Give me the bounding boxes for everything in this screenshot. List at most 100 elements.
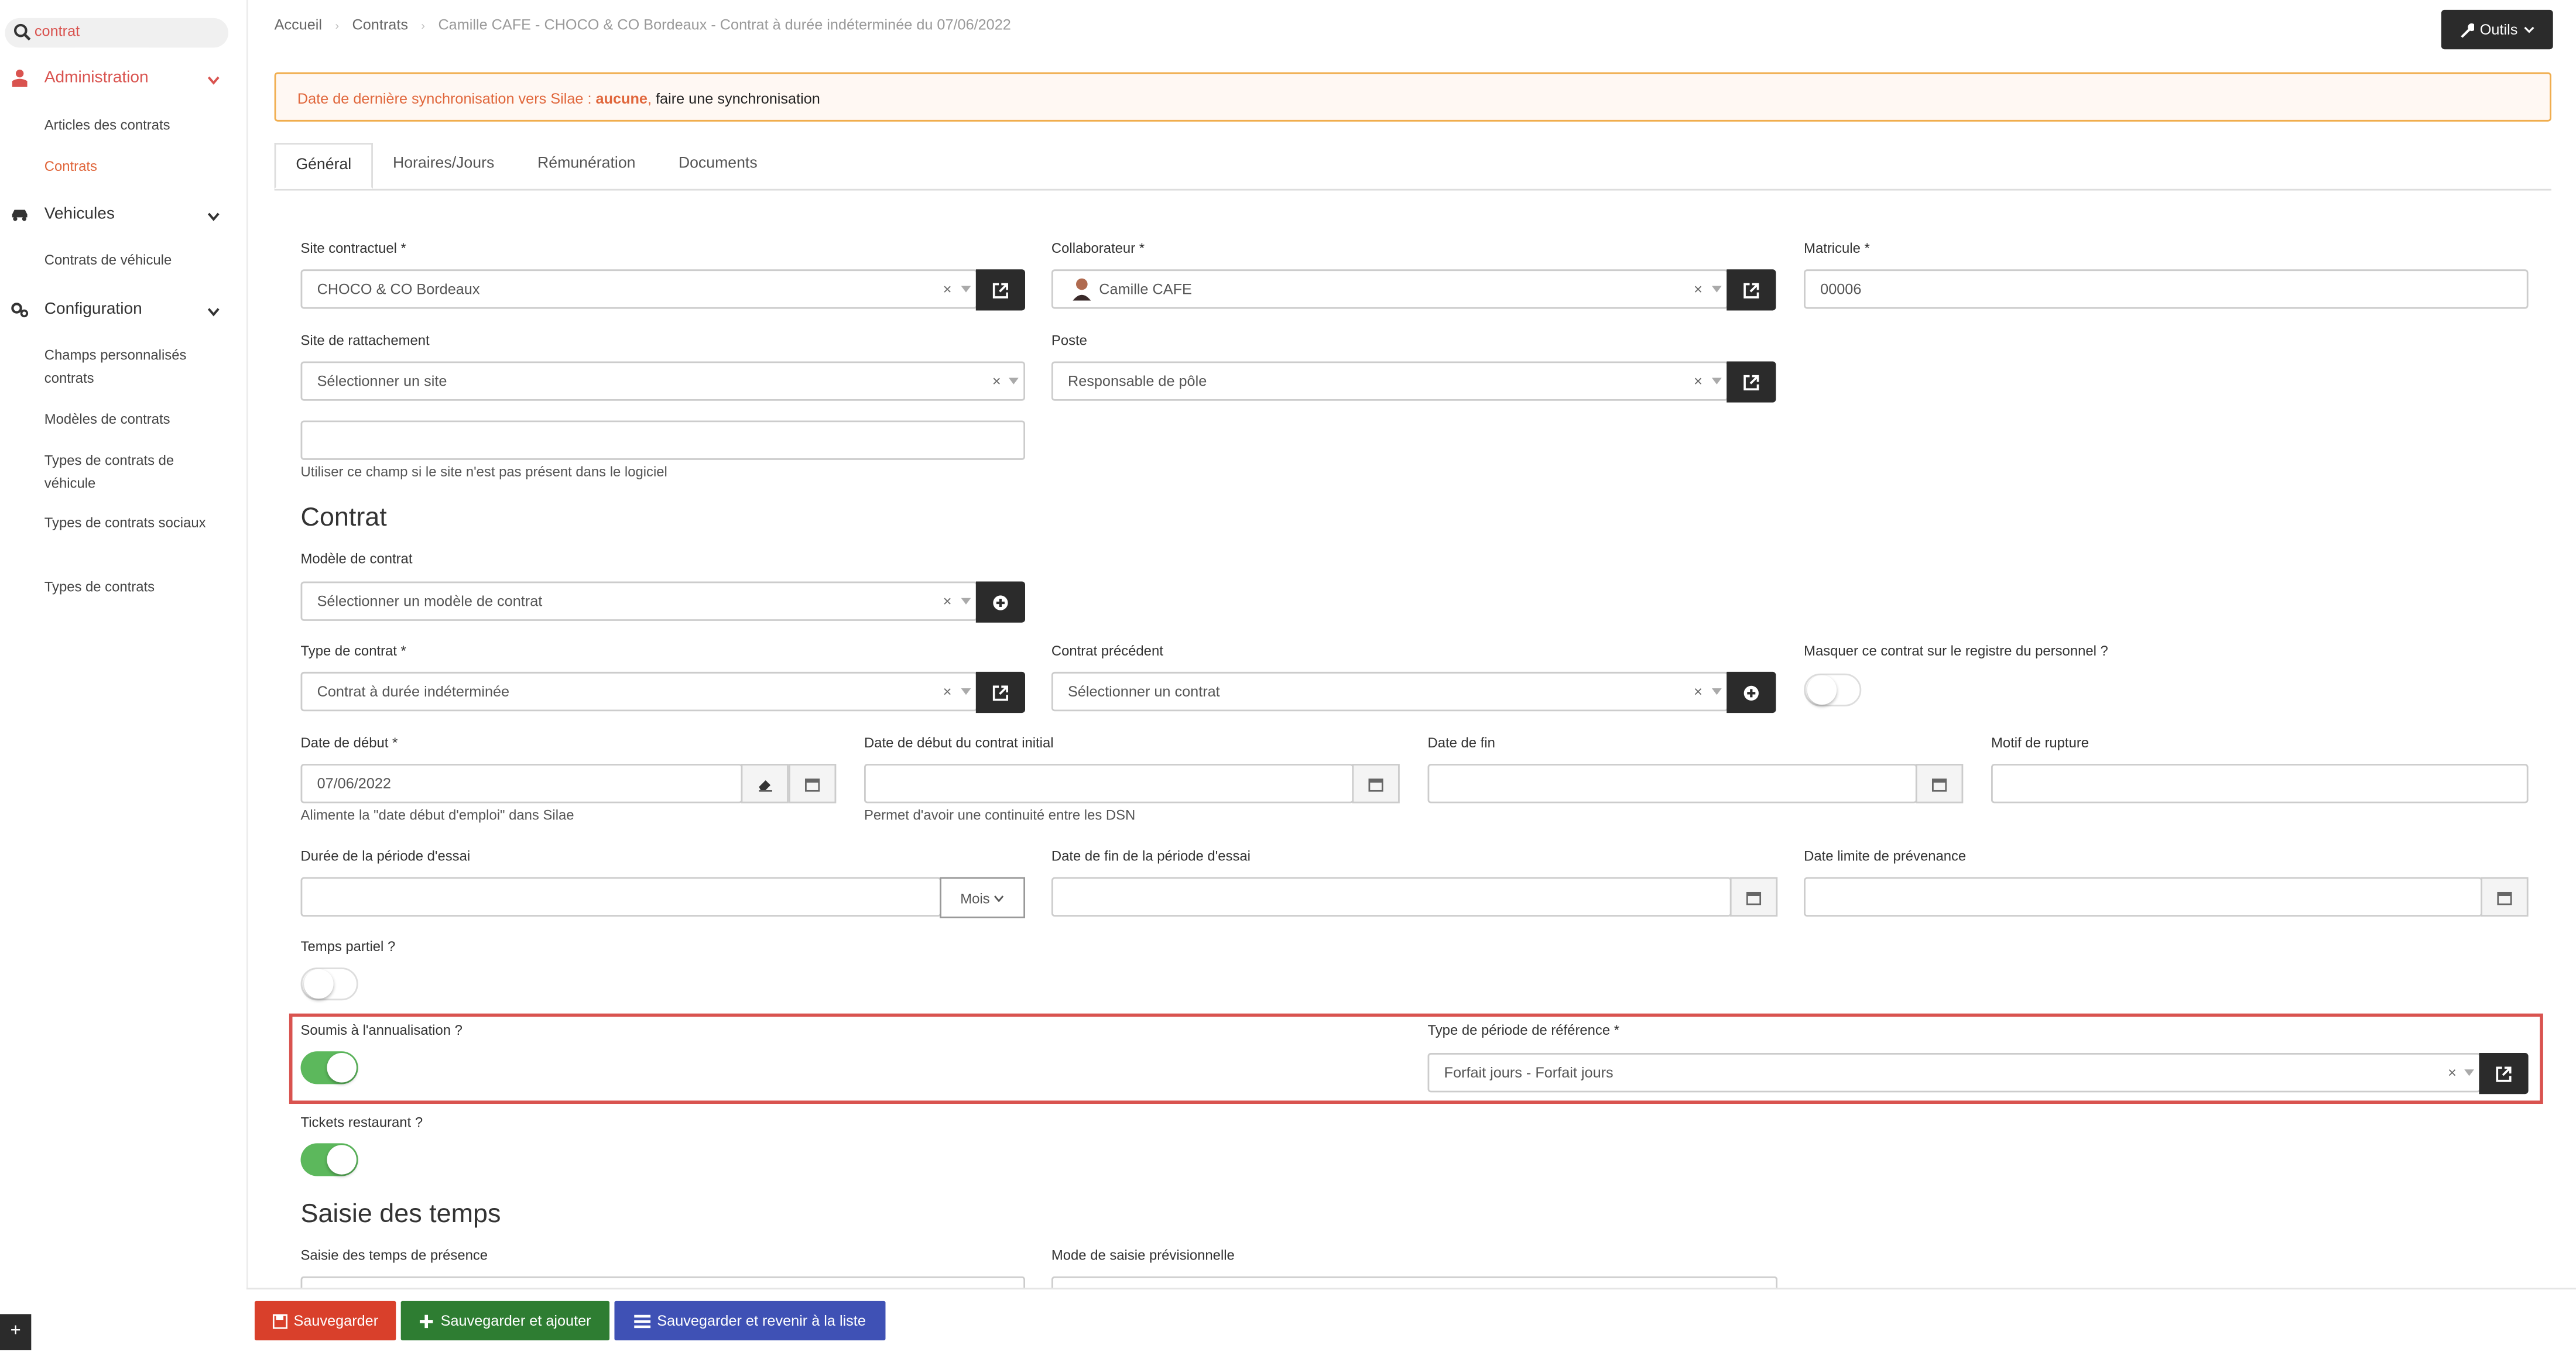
- duree-essai-input[interactable]: [300, 877, 941, 917]
- clear-icon[interactable]: ×: [943, 583, 952, 619]
- collaborateur-select[interactable]: Camille CAFE ×: [1051, 269, 1729, 309]
- sidebar-item-contrats-vehicule[interactable]: Contrats de véhicule: [44, 248, 209, 271]
- tickets-label: Tickets restaurant ?: [300, 1113, 423, 1130]
- open-poste-button[interactable]: [1727, 361, 1776, 403]
- sync-alert: Date de dernière synchronisation vers Si…: [274, 72, 2551, 122]
- date-fin-essai-calendar-button[interactable]: [1729, 877, 1778, 917]
- sidebar-search-input[interactable]: contrat: [5, 18, 229, 48]
- matricule-value: 00006: [1820, 280, 1862, 297]
- date-prevenance-input[interactable]: [1804, 877, 2483, 917]
- sync-link[interactable]: faire une synchronisation: [656, 90, 820, 107]
- site-contractuel-select[interactable]: CHOCO & CO Bordeaux ×: [300, 269, 978, 309]
- duree-essai-label: Durée de la période d'essai: [300, 847, 471, 864]
- clear-icon[interactable]: ×: [1694, 674, 1703, 710]
- section-title-saisie: Saisie des temps: [300, 1200, 501, 1229]
- collaborateur-value: Camille CAFE: [1099, 280, 1192, 297]
- date-debut-input[interactable]: 07/06/2022: [300, 764, 743, 804]
- tab-horaires-jours[interactable]: Horaires/Jours: [379, 143, 508, 189]
- site-contractuel-label: Site contractuel *: [300, 239, 406, 256]
- date-prevenance-calendar-button[interactable]: [2481, 877, 2529, 917]
- date-fin-essai-label: Date de fin de la période d'essai: [1051, 847, 1251, 864]
- date-debut-initial-input[interactable]: [864, 764, 1354, 804]
- save-and-add-button[interactable]: Sauvegarder et ajouter: [400, 1300, 610, 1341]
- alert-status: aucune: [595, 90, 648, 107]
- tab-general[interactable]: Général: [274, 143, 373, 189]
- date-prevenance-label: Date limite de prévenance: [1804, 847, 1967, 864]
- type-periode-value: Forfait jours - Forfait jours: [1444, 1064, 1614, 1081]
- type-contrat-label: Type de contrat *: [300, 642, 406, 659]
- clear-icon[interactable]: ×: [943, 674, 952, 710]
- toggle-knob: [327, 1145, 357, 1175]
- clear-icon[interactable]: ×: [943, 271, 952, 307]
- clear-icon[interactable]: ×: [1694, 363, 1703, 399]
- sidebar-item-articles-contrats[interactable]: Articles des contrats: [44, 114, 209, 136]
- breadcrumb-contrats[interactable]: Contrats: [352, 16, 408, 33]
- matricule-label: Matricule *: [1804, 239, 1870, 256]
- poste-label: Poste: [1051, 331, 1087, 348]
- poste-select[interactable]: Responsable de pôle ×: [1051, 361, 1729, 401]
- type-contrat-select[interactable]: Contrat à durée indéterminée ×: [300, 671, 978, 712]
- type-periode-select[interactable]: Forfait jours - Forfait jours ×: [1427, 1053, 2481, 1093]
- date-fin-calendar-button[interactable]: [1915, 764, 1964, 804]
- date-debut-calendar-button[interactable]: [788, 764, 837, 804]
- date-fin-input[interactable]: [1427, 764, 1917, 804]
- site-rattachement-select[interactable]: Sélectionner un site ×: [300, 361, 1026, 401]
- open-collaborateur-button[interactable]: [1727, 269, 1776, 311]
- sidebar-toggle-button[interactable]: +: [0, 1314, 32, 1351]
- clear-icon[interactable]: ×: [992, 363, 1001, 399]
- toggle-knob: [304, 969, 334, 999]
- open-type-periode-button[interactable]: [2479, 1053, 2529, 1094]
- wrench-icon: [2461, 22, 2475, 37]
- tab-documents[interactable]: Documents: [664, 143, 772, 189]
- motif-rupture-label: Motif de rupture: [1991, 734, 2089, 751]
- temps-partiel-toggle[interactable]: [300, 967, 358, 1001]
- tab-remuneration[interactable]: Rémunération: [524, 143, 649, 189]
- save-and-back-button[interactable]: Sauvegarder et revenir à la liste: [614, 1300, 886, 1341]
- annualisation-toggle[interactable]: [300, 1051, 358, 1085]
- tickets-toggle[interactable]: [300, 1143, 358, 1176]
- calendar-icon: [1368, 777, 1383, 791]
- add-modele-button[interactable]: [975, 581, 1026, 623]
- save-button[interactable]: Sauvegarder: [254, 1300, 396, 1341]
- sidebar-section-administration[interactable]: Administration: [10, 69, 224, 87]
- masquer-contrat-toggle[interactable]: [1804, 673, 1862, 706]
- contrat-precedent-select[interactable]: Sélectionner un contrat ×: [1051, 671, 1729, 712]
- caret-down-icon: [995, 894, 1005, 901]
- motif-rupture-input[interactable]: [1991, 764, 2529, 804]
- avatar-icon: [1073, 278, 1091, 301]
- breadcrumb-home[interactable]: Accueil: [275, 16, 322, 33]
- tabs: Général Horaires/Jours Rémunération Docu…: [274, 143, 2551, 191]
- chevron-down-icon: [207, 308, 220, 317]
- sidebar-section-configuration[interactable]: Configuration: [10, 301, 224, 318]
- date-debut-initial-calendar-button[interactable]: [1352, 764, 1400, 804]
- sidebar-item-contrats[interactable]: Contrats: [44, 155, 209, 177]
- sidebar-item-types-contrats-sociaux[interactable]: Types de contrats sociaux: [44, 511, 209, 534]
- sidebar-item-types-contrats[interactable]: Types de contrats: [44, 575, 209, 598]
- duree-essai-unit-select[interactable]: Mois: [940, 877, 1026, 918]
- open-type-contrat-button[interactable]: [975, 671, 1026, 713]
- clear-icon[interactable]: ×: [1694, 271, 1703, 307]
- open-site-button[interactable]: [975, 269, 1026, 311]
- add-contrat-precedent-button[interactable]: [1727, 671, 1776, 713]
- site-rattachement-label: Site de rattachement: [300, 331, 430, 348]
- date-debut-value: 07/06/2022: [317, 775, 391, 792]
- modele-contrat-select[interactable]: Sélectionner un modèle de contrat ×: [300, 581, 978, 621]
- sidebar-section-vehicules[interactable]: Vehicules: [10, 205, 224, 224]
- sidebar-item-modeles-contrats[interactable]: Modèles de contrats: [44, 407, 209, 430]
- date-fin-essai-input[interactable]: [1051, 877, 1732, 917]
- matricule-input[interactable]: 00006: [1804, 269, 2529, 309]
- floppy-disk-icon: [272, 1313, 287, 1329]
- annualisation-label: Soumis à l'annualisation ?: [300, 1021, 463, 1038]
- eraser-button[interactable]: [741, 764, 789, 804]
- saisie-presence-label: Saisie des temps de présence: [300, 1247, 488, 1264]
- external-link-icon: [2496, 1066, 2512, 1082]
- section-title-contrat: Contrat: [300, 504, 387, 533]
- tools-dropdown-button[interactable]: Outils: [2441, 9, 2553, 50]
- caret-down-icon: [961, 688, 971, 695]
- sidebar-item-types-contrats-vehicule[interactable]: Types de contrats de véhicule: [44, 448, 209, 495]
- date-debut-initial-label: Date de début du contrat initial: [864, 734, 1054, 751]
- list-icon: [634, 1314, 651, 1327]
- site-libre-input[interactable]: [300, 420, 1026, 460]
- clear-icon[interactable]: ×: [2448, 1055, 2457, 1091]
- sidebar-item-champs-personnalises[interactable]: Champs personnalisés contrats: [44, 344, 209, 390]
